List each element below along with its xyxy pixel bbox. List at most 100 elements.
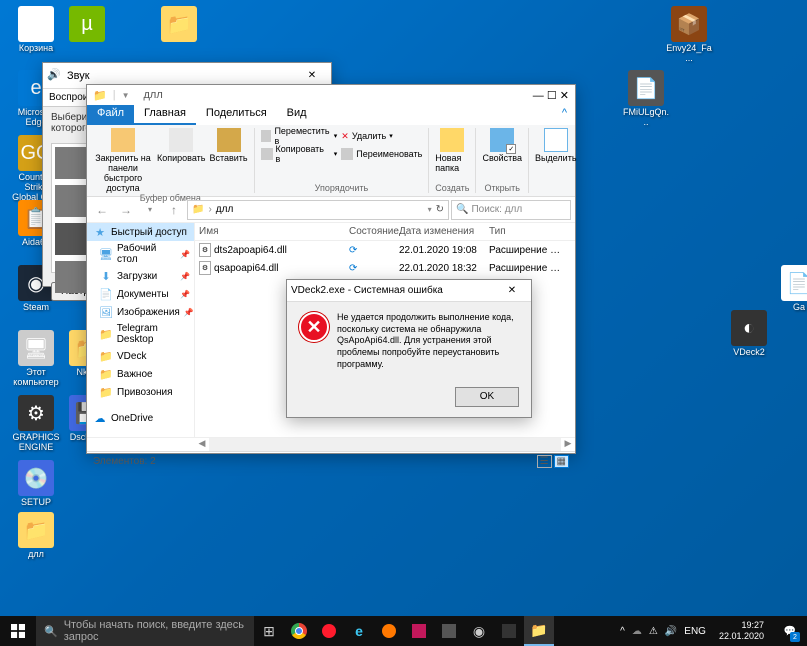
ribbon-pin[interactable]: Закрепить на панели быстрого доступа xyxy=(93,128,153,193)
ribbon-paste[interactable]: Вставить xyxy=(209,128,247,163)
tray-overflow-icon[interactable]: ^ xyxy=(620,626,625,637)
error-close-button[interactable]: ✕ xyxy=(497,280,527,302)
error-icon: ✕ xyxy=(299,312,329,342)
explorer-maximize-button[interactable]: ☐ xyxy=(547,90,557,102)
system-tray: ^ ☁ ⚠ 🔊 ENG 19:27 22.01.2020 💬 2 xyxy=(616,616,807,646)
sidebar-important[interactable]: 📁Важное xyxy=(87,365,194,383)
addressbar: ← → ▾ ↑ 📁 › длл ▾ ↻ 🔍 Поиск: длл xyxy=(87,197,575,223)
nav-up-button[interactable]: ↑ xyxy=(163,199,185,221)
start-button[interactable] xyxy=(0,616,36,646)
sidebar-vdeck[interactable]: 📁VDeck xyxy=(87,347,194,365)
explorer-close-button[interactable]: ✕ xyxy=(560,90,569,102)
notification-button[interactable]: 💬 2 xyxy=(777,616,803,646)
taskbar-avast[interactable] xyxy=(374,616,404,646)
taskbar-edge[interactable]: e xyxy=(344,616,374,646)
desktop-icon-dll-folder[interactable]: 📁длл xyxy=(12,512,60,560)
tray-lang[interactable]: ENG xyxy=(684,626,706,637)
ribbon-tab-share[interactable]: Поделиться xyxy=(196,105,277,125)
error-message: Не удается продолжить выполнение кода, п… xyxy=(337,312,519,370)
taskbar-app-purple[interactable] xyxy=(404,616,434,646)
ribbon-rename[interactable]: Переименовать xyxy=(341,146,422,162)
sidebar-downloads[interactable]: ⬇Загрузки📌 xyxy=(87,267,194,285)
ribbon-select[interactable]: Выделить xyxy=(535,128,577,163)
ribbon-group-new: Создать xyxy=(435,183,469,193)
sidebar-privozonia[interactable]: 📁Привозония xyxy=(87,383,194,401)
explorer-search-input[interactable]: 🔍 Поиск: длл xyxy=(451,200,571,220)
taskbar-app-gray[interactable] xyxy=(434,616,464,646)
sidebar-quickaccess[interactable]: ★Быстрый доступ xyxy=(87,223,194,241)
taskbar-opera[interactable] xyxy=(314,616,344,646)
ribbon-collapse-icon[interactable]: ^ xyxy=(554,105,575,125)
path-dropdown-icon[interactable]: ▾ xyxy=(428,205,432,214)
desktop-icon-vdeck2[interactable]: ◐VDeck2 xyxy=(725,310,773,358)
tray-network-icon[interactable]: ⚠ xyxy=(649,626,658,637)
horizontal-scrollbar[interactable]: ◀ ▶ xyxy=(87,437,575,451)
desktop-icon-envy24[interactable]: 📦Envy24_Fa... xyxy=(665,6,713,64)
ribbon-group-open: Открыть xyxy=(485,183,520,193)
search-icon: 🔍 xyxy=(44,625,58,638)
dll-file-icon: ⚙ xyxy=(199,261,211,275)
col-state[interactable]: Состояние xyxy=(345,223,395,240)
taskview-button[interactable]: ⊞ xyxy=(254,616,284,646)
error-ok-button[interactable]: OK xyxy=(455,387,519,407)
ribbon-moveto[interactable]: Переместить в▾ xyxy=(261,128,338,144)
file-row[interactable]: ⚙dts2apoapi64.dll ⟳ 22.01.2020 19:08 Рас… xyxy=(195,241,575,259)
nav-back-button[interactable]: ← xyxy=(91,199,113,221)
desktop-icon-utorrent[interactable]: µ xyxy=(63,6,111,44)
col-date[interactable]: Дата изменения xyxy=(395,223,485,240)
status-text: Элементов: 2 xyxy=(93,456,156,467)
error-titlebar[interactable]: VDeck2.exe - Системная ошибка ✕ xyxy=(287,280,531,302)
taskbar: 🔍 Чтобы начать поиск, введите здесь запр… xyxy=(0,616,807,646)
desktop-icon-ga[interactable]: 📄Ga xyxy=(775,265,807,313)
explorer-qat: 📁 | ▼ длл — ☐ ✕ xyxy=(87,85,575,105)
clock[interactable]: 19:27 22.01.2020 xyxy=(713,620,770,642)
tray-volume-icon[interactable]: 🔊 xyxy=(665,626,677,637)
ribbon-newfolder[interactable]: Новая папка xyxy=(435,128,469,173)
col-type[interactable]: Тип xyxy=(485,223,565,240)
error-dialog: VDeck2.exe - Системная ошибка ✕ ✕ Не уда… xyxy=(286,279,532,418)
address-path[interactable]: 📁 › длл ▾ ↻ xyxy=(187,200,449,220)
dll-file-icon: ⚙ xyxy=(199,243,211,257)
desktop-icon-setup[interactable]: 💿SETUP xyxy=(12,460,60,508)
desktop-icon-graphics-engine[interactable]: ⚙GRAPHICS ENGINE xyxy=(12,395,60,453)
ribbon-group-organize: Упорядочить xyxy=(315,183,369,193)
taskbar-search-input[interactable]: 🔍 Чтобы начать поиск, введите здесь запр… xyxy=(36,616,254,646)
ribbon-copy[interactable]: Копировать xyxy=(157,128,205,163)
desktop-icon-fmiulgqn[interactable]: 📄FMiULgQn... xyxy=(622,70,670,128)
ribbon-tab-view[interactable]: Вид xyxy=(277,105,317,125)
sidebar-telegram[interactable]: 📁Telegram Desktop xyxy=(87,321,194,347)
folder-icon: 📁 xyxy=(93,89,107,102)
sidebar-desktop[interactable]: 🖥Рабочий стол📌 xyxy=(87,241,194,267)
taskbar-explorer[interactable]: 📁 xyxy=(524,616,554,646)
statusbar: Элементов: 2 ☰▦ xyxy=(87,451,575,471)
desktop-icon-recycle-bin[interactable]: 🗑Корзина xyxy=(12,6,60,54)
desktop-icon-this-pc[interactable]: 🖥Этот компьютер xyxy=(12,330,60,388)
sidebar-onedrive[interactable]: ☁OneDrive xyxy=(87,409,194,427)
view-toggle-icons[interactable]: ☰▦ xyxy=(537,455,569,468)
sidebar-thispc[interactable]: 🖥Этот компьютер xyxy=(87,435,194,437)
ribbon-copyto[interactable]: Копировать в▾ xyxy=(261,146,338,162)
explorer-qat-title: длл xyxy=(143,89,162,101)
explorer-sidebar: ★Быстрый доступ 🖥Рабочий стол📌 ⬇Загрузки… xyxy=(87,223,195,437)
ribbon-tab-home[interactable]: Главная xyxy=(134,105,196,125)
desktop-icon-folder1[interactable]: 📁 xyxy=(155,6,203,44)
ribbon-tab-file[interactable]: Файл xyxy=(87,105,134,125)
sidebar-pictures[interactable]: 🖼Изображения📌 xyxy=(87,303,194,321)
ribbon-properties[interactable]: ✓Свойства xyxy=(482,128,522,163)
taskbar-app-dark[interactable] xyxy=(494,616,524,646)
nav-history-icon[interactable]: ▾ xyxy=(139,199,161,221)
refresh-icon[interactable]: ↻ xyxy=(436,204,444,215)
explorer-minimize-button[interactable]: — xyxy=(533,90,544,102)
ribbon-delete[interactable]: ✕Удалить▾ xyxy=(341,128,422,144)
sidebar-documents[interactable]: 📄Документы📌 xyxy=(87,285,194,303)
qat-dropdown-icon[interactable]: ▼ xyxy=(122,91,130,100)
qat-sep: | xyxy=(113,89,116,101)
file-row[interactable]: ⚙qsapoapi64.dll ⟳ 22.01.2020 18:32 Расши… xyxy=(195,259,575,277)
sound-icon: 🔊 xyxy=(47,68,63,84)
col-name[interactable]: Имя xyxy=(195,223,345,240)
taskbar-chrome[interactable] xyxy=(284,616,314,646)
taskbar-steam[interactable]: ◉ xyxy=(464,616,494,646)
column-headers[interactable]: Имя Состояние Дата изменения Тип xyxy=(195,223,575,241)
tray-onedrive-icon[interactable]: ☁ xyxy=(632,626,642,637)
nav-forward-button[interactable]: → xyxy=(115,199,137,221)
